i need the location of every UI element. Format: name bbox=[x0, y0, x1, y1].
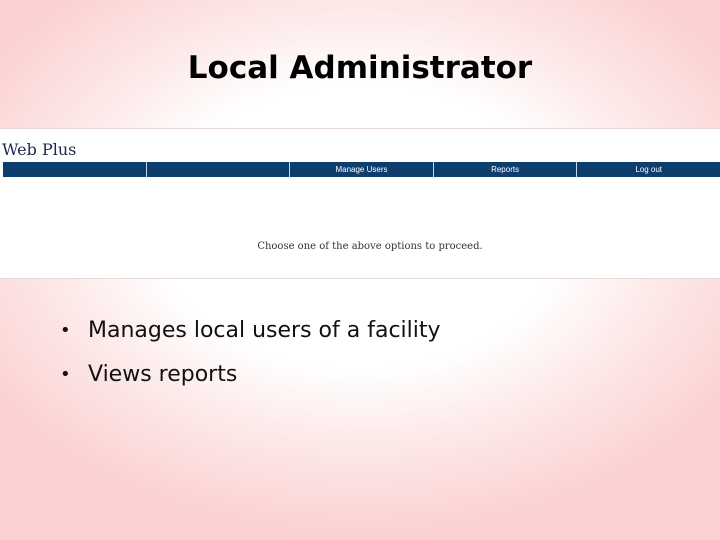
bullet-text: Manages local users of a facility bbox=[88, 318, 441, 343]
bullet-list: • Manages local users of a facility • Vi… bbox=[60, 318, 441, 406]
nav-item-blank-2 bbox=[145, 162, 290, 177]
bullet-item: • Views reports bbox=[60, 362, 441, 388]
nav-item-reports[interactable]: Reports bbox=[432, 162, 577, 177]
bullet-dot-icon: • bbox=[60, 364, 71, 385]
instruction-message: Choose one of the above options to proce… bbox=[257, 241, 483, 252]
nav-item-blank-1 bbox=[3, 162, 146, 177]
app-logo: Web Plus bbox=[2, 140, 77, 159]
nav-bar: Manage Users Reports Log out bbox=[3, 162, 720, 177]
bullet-text: Views reports bbox=[88, 362, 238, 387]
nav-item-log-out[interactable]: Log out bbox=[576, 162, 720, 177]
nav-item-manage-users[interactable]: Manage Users bbox=[289, 162, 433, 177]
slide-title: Local Administrator bbox=[187, 50, 533, 86]
bullet-dot-icon: • bbox=[60, 320, 71, 341]
bullet-item: • Manages local users of a facility bbox=[60, 318, 441, 344]
app-screenshot: Web Plus Manage Users Reports Log out Ch… bbox=[0, 128, 720, 279]
